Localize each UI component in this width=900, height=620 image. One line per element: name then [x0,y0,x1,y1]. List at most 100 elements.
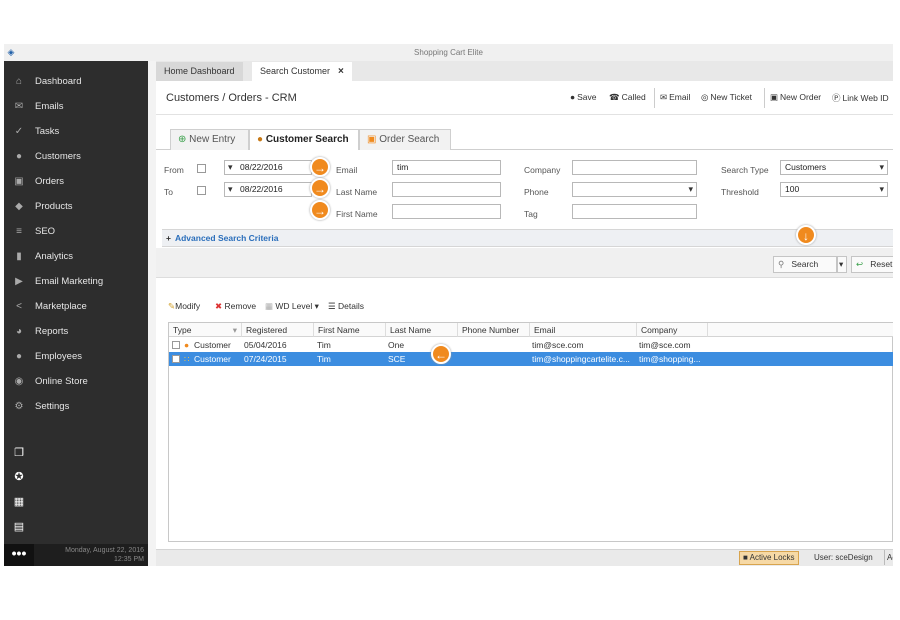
reset-button[interactable]: ↩ Reset [851,256,893,273]
cart-icon: ▣ [367,134,377,145]
tab-search-customer[interactable]: Search Customer × [252,62,352,81]
sidebar-item-seo[interactable]: ≡ SEO [4,219,148,244]
to-checkbox[interactable] [197,186,206,195]
table-row[interactable]: ● Customer 05/04/2016 Tim One tim@sce.co… [169,338,893,352]
column-header-label: Phone Number [462,325,520,335]
remove-button[interactable]: ✖ Remove [215,301,256,312]
company-field[interactable] [572,160,697,175]
sidebar-item-settings[interactable]: ⚙ Settings [4,394,148,419]
filter-icon[interactable]: ▾ [233,323,237,337]
column-header-label: Company [641,325,678,335]
modify-label: Modify [175,301,201,311]
sidebar-item-label: Marketplace [35,301,87,312]
sidebar-item-dashboard[interactable]: ⌂ Dashboard [4,69,148,94]
expand-icon: + [166,233,171,243]
row-checkbox[interactable] [172,341,180,349]
save-button[interactable]: ● Save [570,92,597,102]
search-button[interactable]: ⚲ Search [773,256,837,273]
arrow-right-icon: → [310,178,330,198]
lightbulb-icon[interactable]: ✪ [12,470,26,484]
sidebar-item-customers[interactable]: ● Customers [4,144,148,169]
tag-label: Tag [524,209,538,219]
sidebar-item-analytics[interactable]: ▮ Analytics [4,244,148,269]
new-ticket-button[interactable]: ◎ New Ticket [701,92,752,103]
sidebar-item-orders[interactable]: ▣ Orders [4,169,148,194]
status-extra: Ac [884,550,893,565]
cart-icon: ▣ [14,176,24,187]
wd-level-label: WD Level [275,301,313,311]
windows-icon[interactable]: ❐ [12,446,26,460]
first-name-field[interactable] [392,204,501,219]
to-date-picker[interactable]: 08/22/2016 [224,182,312,197]
sidebar-item-email-marketing[interactable]: ▶ Email Marketing [4,269,148,294]
active-locks-button[interactable]: ■ Active Locks [739,551,799,565]
users-icon: ● [257,134,264,145]
column-header-label: Type [173,325,192,335]
sub-tab-bar: ⊕ New Entry ● Customer Search ▣ Order Se… [156,115,893,151]
from-date-picker[interactable]: 08/22/2016 [224,160,312,175]
sidebar-item-marketplace[interactable]: < Marketplace [4,294,148,319]
email-button[interactable]: ✉ Email [660,92,690,103]
tag-field[interactable] [572,204,697,219]
last-name-label: Last Name [336,187,378,197]
sidebar-item-employees[interactable]: ● Employees [4,344,148,369]
remove-icon: ✖ [215,301,223,311]
close-icon[interactable]: × [338,66,344,77]
column-header-registered[interactable]: Registered [242,323,314,337]
current-user: User: sceDesign [814,553,873,562]
more-icon[interactable]: ••• [4,544,34,566]
window-title: Shopping Cart Elite [414,48,483,57]
link-web-id-button[interactable]: Ⓟ Link Web ID [832,92,889,104]
phone-field[interactable] [572,182,697,197]
modify-button[interactable]: ✎Modify [168,301,200,312]
tasks-icon: ✓ [14,126,24,137]
tab-home-dashboard[interactable]: Home Dashboard [156,62,243,81]
threshold-select[interactable]: 100 [780,182,888,197]
chevron-down-icon: ▾ [839,259,844,269]
advanced-search-toggle[interactable]: + Advanced Search Criteria [162,229,893,247]
column-header-first-name[interactable]: First Name [314,323,386,337]
from-checkbox[interactable] [197,164,206,173]
tab-customer-search[interactable]: ● Customer Search [249,129,359,151]
calculator-icon[interactable]: ▦ [12,495,26,509]
sidebar-item-label: Employees [35,351,82,362]
sidebar-item-label: Customers [35,151,81,162]
column-header-email[interactable]: Email [530,323,637,337]
tab-label: Order Search [379,134,440,145]
column-header-last-name[interactable]: Last Name [386,323,458,337]
row-checkbox[interactable] [172,355,180,363]
home-icon: ⌂ [15,76,23,87]
details-button[interactable]: ☰ Details [328,301,364,312]
tab-order-search[interactable]: ▣ Order Search [359,129,451,150]
sidebar-item-online-store[interactable]: ◉ Online Store [4,369,148,394]
column-header-type[interactable]: Type ▾ [169,323,242,337]
grid-icon: ▦ [265,301,274,311]
arrow-left-icon: ← [431,344,451,364]
tab-new-entry[interactable]: ⊕ New Entry [170,129,249,150]
column-header-phone-number[interactable]: Phone Number [458,323,530,337]
column-header-label: Last Name [390,325,432,335]
sidebar-item-tasks[interactable]: ✓ Tasks [4,119,148,144]
share-icon: < [16,301,22,312]
sidebar-item-label: Reports [35,326,69,337]
last-name-field[interactable] [392,182,501,197]
search-type-select[interactable]: Customers [780,160,888,175]
sidebar-item-emails[interactable]: ✉ Emails [4,94,148,119]
sidebar-item-label: SEO [35,226,56,237]
wd-level-button[interactable]: ▦ WD Level ▾ [265,301,319,312]
sidebar-item-reports[interactable]: ◕ Reports [4,319,148,344]
column-header-company[interactable]: Company [637,323,708,337]
new-order-button[interactable]: ▣ New Order [770,92,821,103]
called-label: Called [621,92,646,102]
search-label: Search [791,259,819,269]
column-header-label: Email [534,325,556,335]
sidebar-item-products[interactable]: ◆ Products [4,194,148,219]
sidebar-item-label: Dashboard [35,76,82,87]
email-field[interactable]: tim [392,160,501,175]
table-row-selected[interactable]: ∷ Customer 07/24/2015 Tim SCE tim@shoppi… [169,352,893,366]
lock-icon: ■ [743,553,748,562]
calendar-icon[interactable]: ▤ [12,520,26,534]
called-button[interactable]: ☎ Called [609,92,646,103]
grid-toolbar: ✎Modify ✖ Remove ▦ WD Level ▾ ☰ Details [156,299,893,317]
search-dropdown-button[interactable]: ▾ [837,256,847,273]
